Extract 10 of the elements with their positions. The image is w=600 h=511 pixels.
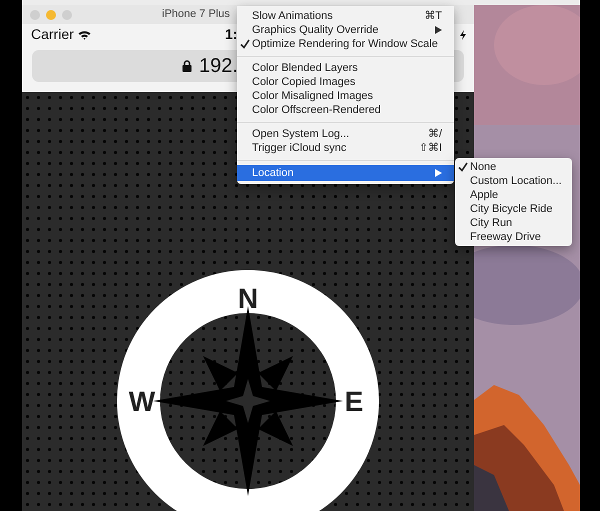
address-text: 192. [199,54,238,79]
compass-label: E [344,386,364,417]
window-title: iPhone 7 Plus [162,7,230,22]
compass-label: W [128,386,156,417]
carrier-text: Carrier [31,25,74,44]
compass-label: N [238,283,258,314]
shortcut-text: ⇧⌘I [418,140,442,156]
status-time: 1: [225,25,238,44]
shortcut-text: ⌘/ [428,126,442,142]
shortcut-text: ⌘T [424,8,442,24]
